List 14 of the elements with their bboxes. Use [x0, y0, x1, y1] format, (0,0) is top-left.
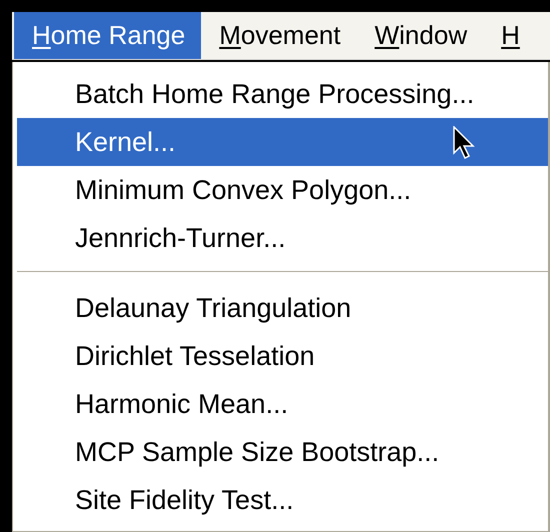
menu-item[interactable]: Delaunay Triangulation [17, 284, 548, 332]
menu-item[interactable]: Kernel... [17, 118, 548, 166]
menu-item[interactable]: MCP Sample Size Bootstrap... [17, 428, 548, 476]
menu-item[interactable]: Batch Home Range Processing... [17, 70, 548, 118]
menu-item[interactable]: Site Fidelity Test... [17, 476, 548, 524]
menu-bar-item[interactable]: Movement [201, 12, 357, 59]
menu-item[interactable]: Harmonic Mean... [17, 380, 548, 428]
mouse-pointer-icon [453, 126, 475, 160]
menu-bar-item[interactable]: Window [356, 12, 484, 59]
menu-bar-item[interactable]: H [483, 12, 536, 59]
menu-item[interactable]: Jennrich-Turner... [17, 214, 548, 262]
menu-item[interactable]: Minimum Convex Polygon... [17, 166, 548, 214]
menu-bar-item[interactable]: Home Range [14, 12, 202, 59]
menu-item[interactable]: Dirichlet Tesselation [17, 332, 548, 380]
